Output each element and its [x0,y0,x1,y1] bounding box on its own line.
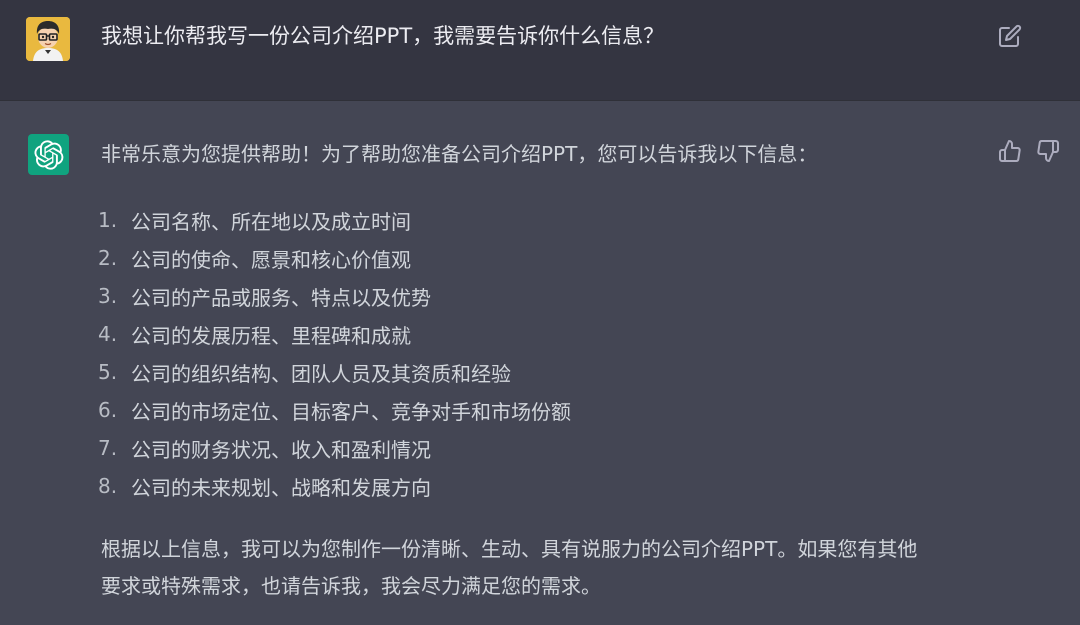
openai-logo-icon [33,139,63,170]
assistant-message-row: 非常乐意为您提供帮助！为了帮助您准备公司介绍PPT，您可以告诉我以下信息： 1.… [0,101,1080,625]
list-item: 4. 公司的发展历程、里程碑和成就 [98,315,571,353]
assistant-avatar [28,134,69,175]
list-item: 5. 公司的组织结构、团队人员及其资质和经验 [98,353,571,391]
list-item-number: 5. [98,360,118,384]
list-item: 1. 公司名称、所在地以及成立时间 [98,201,571,239]
closing-line-1: 根据以上信息，我可以为您制作一份清晰、生动、具有说服力的公司介绍PPT。如果您有… [101,537,918,561]
user-message-row: 我想让你帮我写一份公司介绍PPT，我需要告诉你什么信息？ [0,0,1080,101]
list-item-text: 公司名称、所在地以及成立时间 [131,209,411,234]
list-item-text: 公司的未来规划、战略和发展方向 [131,475,431,500]
edit-button[interactable] [998,24,1022,48]
thumbs-up-button[interactable] [998,139,1022,163]
list-item-text: 公司的产品或服务、特点以及优势 [131,285,431,310]
list-item-number: 1. [98,208,118,232]
list-item-number: 8. [98,474,118,498]
list-item: 3. 公司的产品或服务、特点以及优势 [98,277,571,315]
thumbs-up-icon [999,140,1021,162]
assistant-intro-text: 非常乐意为您提供帮助！为了帮助您准备公司介绍PPT，您可以告诉我以下信息： [101,142,818,166]
list-item: 6. 公司的市场定位、目标客户、竞争对手和市场份额 [98,391,571,429]
list-item-number: 2. [98,246,118,270]
edit-icon [999,24,1022,47]
assistant-closing-text: 根据以上信息，我可以为您制作一份清晰、生动、具有说服力的公司介绍PPT。如果您有… [101,531,1001,605]
list-item-number: 4. [98,322,118,346]
closing-line-2: 要求或特殊需求，也请告诉我，我会尽力满足您的需求。 [101,574,601,598]
info-list: 1. 公司名称、所在地以及成立时间 2. 公司的使命、愿景和核心价值观 3. 公司的产… [98,201,571,505]
list-item-text: 公司的发展历程、里程碑和成就 [131,323,411,348]
list-item-number: 7. [98,436,118,460]
list-item: 7. 公司的财务状况、收入和盈利情况 [98,429,571,467]
list-item-text: 公司的财务状况、收入和盈利情况 [131,437,431,462]
thumbs-down-button[interactable] [1036,139,1060,163]
user-message-text: 我想让你帮我写一份公司介绍PPT，我需要告诉你什么信息？ [101,24,665,48]
list-item-text: 公司的市场定位、目标客户、竞争对手和市场份额 [131,399,571,424]
list-item-number: 3. [98,284,118,308]
user-avatar [26,17,70,61]
cartoon-user-avatar-icon [26,17,70,61]
thumbs-down-icon [1037,140,1059,162]
list-item: 8. 公司的未来规划、战略和发展方向 [98,467,571,505]
list-item: 2. 公司的使命、愿景和核心价值观 [98,239,571,277]
list-item-text: 公司的使命、愿景和核心价值观 [131,247,411,272]
list-item-text: 公司的组织结构、团队人员及其资质和经验 [131,361,511,386]
list-item-number: 6. [98,398,118,422]
